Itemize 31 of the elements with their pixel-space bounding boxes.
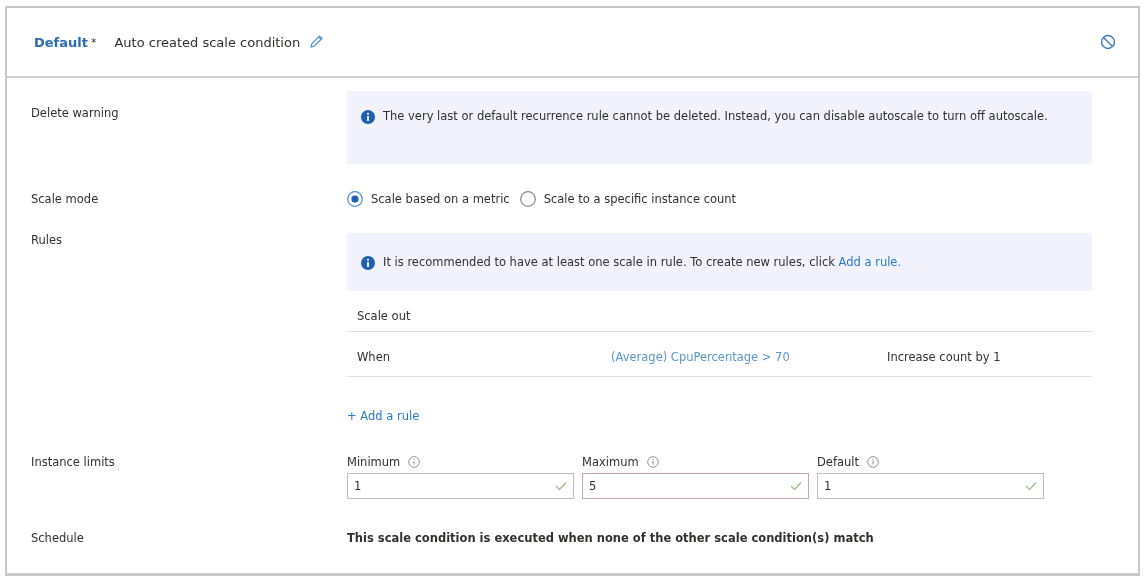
info-icon xyxy=(867,456,880,468)
field-label: Delete warning xyxy=(31,105,120,122)
rule-group-heading: Scale out xyxy=(347,291,1092,332)
info-message: The very last or default recurrence rule cannot be deleted. Instead, you can disable autoscale to turn off autoscale. xyxy=(383,109,1048,124)
field-label: Instance limits xyxy=(31,455,116,471)
add-rule-link[interactable]: + Add a rule xyxy=(347,409,420,423)
number-field[interactable]: 1 xyxy=(817,473,1044,499)
radio-option[interactable]: Scale based on a metric xyxy=(347,191,510,207)
field-label: Minimum xyxy=(347,455,401,469)
required-mark: * xyxy=(90,35,97,49)
add-rule-link[interactable]: Add a rule. xyxy=(838,254,902,269)
number-field[interactable]: 5 xyxy=(582,473,809,499)
info-icon xyxy=(361,255,375,270)
field-label: Scale mode xyxy=(31,192,100,206)
schedule-message: This scale condition is executed when none of the other scale condition(s) match xyxy=(347,531,875,545)
radio-option[interactable]: Scale to a specific instance count xyxy=(519,191,737,207)
field-label: Rules xyxy=(31,233,64,249)
info-icon xyxy=(646,456,659,468)
table-cell-text: When xyxy=(357,350,392,364)
field-label: Maximum xyxy=(582,455,639,469)
field-label: Schedule xyxy=(31,531,85,545)
info-icon xyxy=(408,456,421,468)
condition-name: Auto created scale condition xyxy=(114,34,301,50)
condition-title: Default xyxy=(34,34,88,50)
info-icon xyxy=(361,110,375,124)
info-message: It is recommended to have at least one scale in rule. To create new rules, click Add a rule. xyxy=(383,254,902,270)
disable-icon xyxy=(1100,34,1116,50)
pencil-icon xyxy=(308,34,325,50)
number-field[interactable]: 1 xyxy=(347,473,574,499)
field-label: Default xyxy=(817,455,860,469)
table-cell: Increase count by 1 xyxy=(887,350,1001,364)
